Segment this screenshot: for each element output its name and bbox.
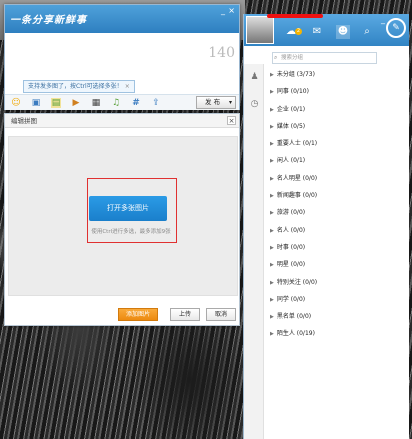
dialog-close-button[interactable]: × — [227, 116, 236, 125]
search-placeholder: 搜索分组 — [281, 55, 304, 61]
char-counter: 140 — [208, 45, 235, 61]
group-label: 时事 (0/0) — [276, 243, 306, 251]
multi-image-tooltip: 支持发多图了，按Ctrl可选择多张！ × — [23, 80, 135, 93]
share-icon[interactable]: ⇪ — [151, 98, 161, 108]
publish-button[interactable]: 发 布 ▾ — [196, 96, 236, 109]
group-item[interactable]: ▶ 名人 (0/0) — [266, 222, 406, 239]
expand-arrow-icon: ▶ — [270, 106, 274, 113]
group-label: 明星 (0/0) — [276, 261, 306, 269]
group-label: 黑名单 (0/0) — [276, 313, 312, 321]
multi-select-hint: 使用Ctrl进行多选，最多添加9张 — [91, 229, 171, 235]
group-label: 特别关注 (0/0) — [276, 278, 318, 286]
group-item[interactable]: ▶ 未分组 (3/73) — [266, 66, 406, 83]
group-item[interactable]: ▶ 媒体 (0/5) — [266, 118, 406, 135]
topic-icon[interactable]: # — [131, 98, 141, 108]
group-item[interactable]: ▶ 重要人士 (0/1) — [266, 135, 406, 152]
search-icon[interactable]: ⌕ — [360, 25, 374, 39]
expand-arrow-icon: ▶ — [270, 210, 274, 217]
clock-icon[interactable]: ◷ — [249, 99, 260, 110]
red-annotation-mark — [267, 14, 323, 18]
avatar[interactable] — [246, 16, 274, 44]
group-label: 同事 (0/10) — [276, 88, 309, 96]
message-icon[interactable]: ✉ — [310, 25, 324, 39]
multi-image-icon[interactable]: ▤ — [51, 98, 61, 108]
group-label: 名人 (0/0) — [276, 226, 306, 234]
image-drop-area[interactable]: 打开多张图片 使用Ctrl进行多选，最多添加9张 — [8, 136, 238, 296]
group-list: ▶ 未分组 (3/73) ▶ 同事 (0/10) ▶ 企业 (0/1) ▶ 媒体 (0/5) ▶… — [266, 66, 406, 343]
expand-arrow-icon: ▶ — [270, 72, 274, 78]
group-label: 旅游 (0/0) — [276, 209, 306, 217]
group-label: 未分组 (3/73) — [276, 71, 315, 78]
group-label: 重要人士 (0/1) — [276, 140, 318, 148]
expand-arrow-icon: ▶ — [270, 89, 274, 96]
expand-arrow-icon: ▶ — [270, 296, 274, 303]
add-image-button[interactable]: 添加图片 — [118, 308, 158, 321]
group-item[interactable]: ▶ 明星 (0/0) — [266, 256, 406, 273]
expand-arrow-icon: ▶ — [270, 314, 274, 321]
group-item[interactable]: ▶ 同事 (0/10) — [266, 83, 406, 100]
chevron-down-icon[interactable]: ▾ — [229, 97, 232, 108]
compose-toolbar: ☺ ▣ ▤ ▶ ▦ ♫ # ⇪ 发 布 ▾ — [5, 94, 239, 110]
group-label: 名人明星 (0/0) — [276, 174, 318, 182]
expand-arrow-icon: ▶ — [270, 158, 274, 165]
group-label: 新闻趣事 (0/0) — [276, 192, 318, 200]
group-item[interactable]: ▶ 陌生人 (0/19) — [266, 325, 406, 342]
collage-dialog: 编辑拼图 × 打开多张图片 使用Ctrl进行多选，最多添加9张 添加图片 上传 … — [4, 113, 240, 326]
panel-header: ☁ 2 ✉ ☻ ⌕ ✎ _ × — [244, 14, 409, 46]
group-item[interactable]: ▶ 闲人 (0/1) — [266, 152, 406, 169]
open-images-button[interactable]: 打开多张图片 — [89, 196, 167, 221]
compose-titlebar: 一条分享新鲜事 _ × — [5, 5, 239, 33]
cancel-button[interactable]: 取消 — [206, 308, 236, 321]
expand-arrow-icon: ▶ — [270, 262, 274, 269]
expand-arrow-icon: ▶ — [270, 123, 274, 130]
upload-button[interactable]: 上传 — [170, 308, 200, 321]
expand-arrow-icon: ▶ — [270, 227, 274, 234]
group-item[interactable]: ▶ 名人明星 (0/0) — [266, 170, 406, 187]
smile-icon[interactable]: ☺ — [11, 98, 21, 108]
app-logo: 一条分享新鲜事 — [10, 15, 87, 26]
compose-close-button[interactable]: × — [228, 7, 235, 15]
video-icon[interactable]: ▶ — [71, 98, 81, 108]
expand-arrow-icon: ▶ — [270, 244, 274, 251]
search-icon: ⌕ — [274, 54, 278, 61]
music-icon[interactable]: ♫ — [111, 98, 121, 108]
dialog-titlebar: 编辑拼图 × — [5, 114, 239, 128]
person-icon[interactable]: ♟ — [249, 72, 260, 83]
tooltip-close-icon[interactable]: × — [125, 83, 130, 90]
group-item[interactable]: ▶ 黑名单 (0/0) — [266, 308, 406, 325]
contacts-icon[interactable]: ☻ — [336, 25, 350, 39]
group-item[interactable]: ▶ 时事 (0/0) — [266, 239, 406, 256]
group-item[interactable]: ▶ 企业 (0/1) — [266, 101, 406, 118]
expand-arrow-icon: ▶ — [270, 279, 274, 286]
group-item[interactable]: ▶ 旅游 (0/0) — [266, 204, 406, 221]
publish-label: 发 布 — [205, 98, 221, 106]
group-label: 同学 (0/0) — [276, 295, 306, 303]
panel-sidebar: ♟ ◷ — [244, 64, 264, 439]
compass-icon[interactable]: ✎ — [386, 18, 406, 38]
group-label: 企业 (0/1) — [276, 105, 306, 113]
group-item[interactable]: ▶ 新闻趣事 (0/0) — [266, 187, 406, 204]
dialog-title: 编辑拼图 — [11, 117, 37, 125]
tooltip-text: 支持发多图了，按Ctrl可选择多张！ — [28, 83, 123, 90]
contacts-panel: ☁ 2 ✉ ☻ ⌕ ✎ _ × ⌕ 搜索分组 ♟ ◷ ▶未分组 (3/73)▶同… — [243, 14, 409, 439]
compose-window: 一条分享新鲜事 _ × 140 支持发多图了，按Ctrl可选择多张！ × ☺ ▣ … — [4, 4, 240, 110]
image-icon[interactable]: ▣ — [31, 98, 41, 108]
group-search-input[interactable]: ⌕ 搜索分组 — [272, 52, 377, 64]
expand-arrow-icon: ▶ — [270, 331, 274, 338]
group-item[interactable]: ▶ 同学 (0/0) — [266, 291, 406, 308]
compose-minimize-button[interactable]: _ — [221, 7, 225, 15]
expand-arrow-icon: ▶ — [270, 141, 274, 148]
group-item[interactable]: ▶ 特别关注 (0/0) — [266, 274, 406, 291]
group-label: 闲人 (0/1) — [276, 157, 306, 165]
calendar-icon[interactable]: ▦ — [91, 98, 101, 108]
expand-arrow-icon: ▶ — [270, 175, 274, 182]
group-label: 媒体 (0/5) — [276, 122, 306, 130]
group-label: 陌生人 (0/19) — [276, 330, 315, 338]
notification-badge: 2 — [295, 28, 302, 35]
panel-minimize-button[interactable]: _ — [381, 16, 385, 24]
expand-arrow-icon: ▶ — [270, 193, 274, 200]
